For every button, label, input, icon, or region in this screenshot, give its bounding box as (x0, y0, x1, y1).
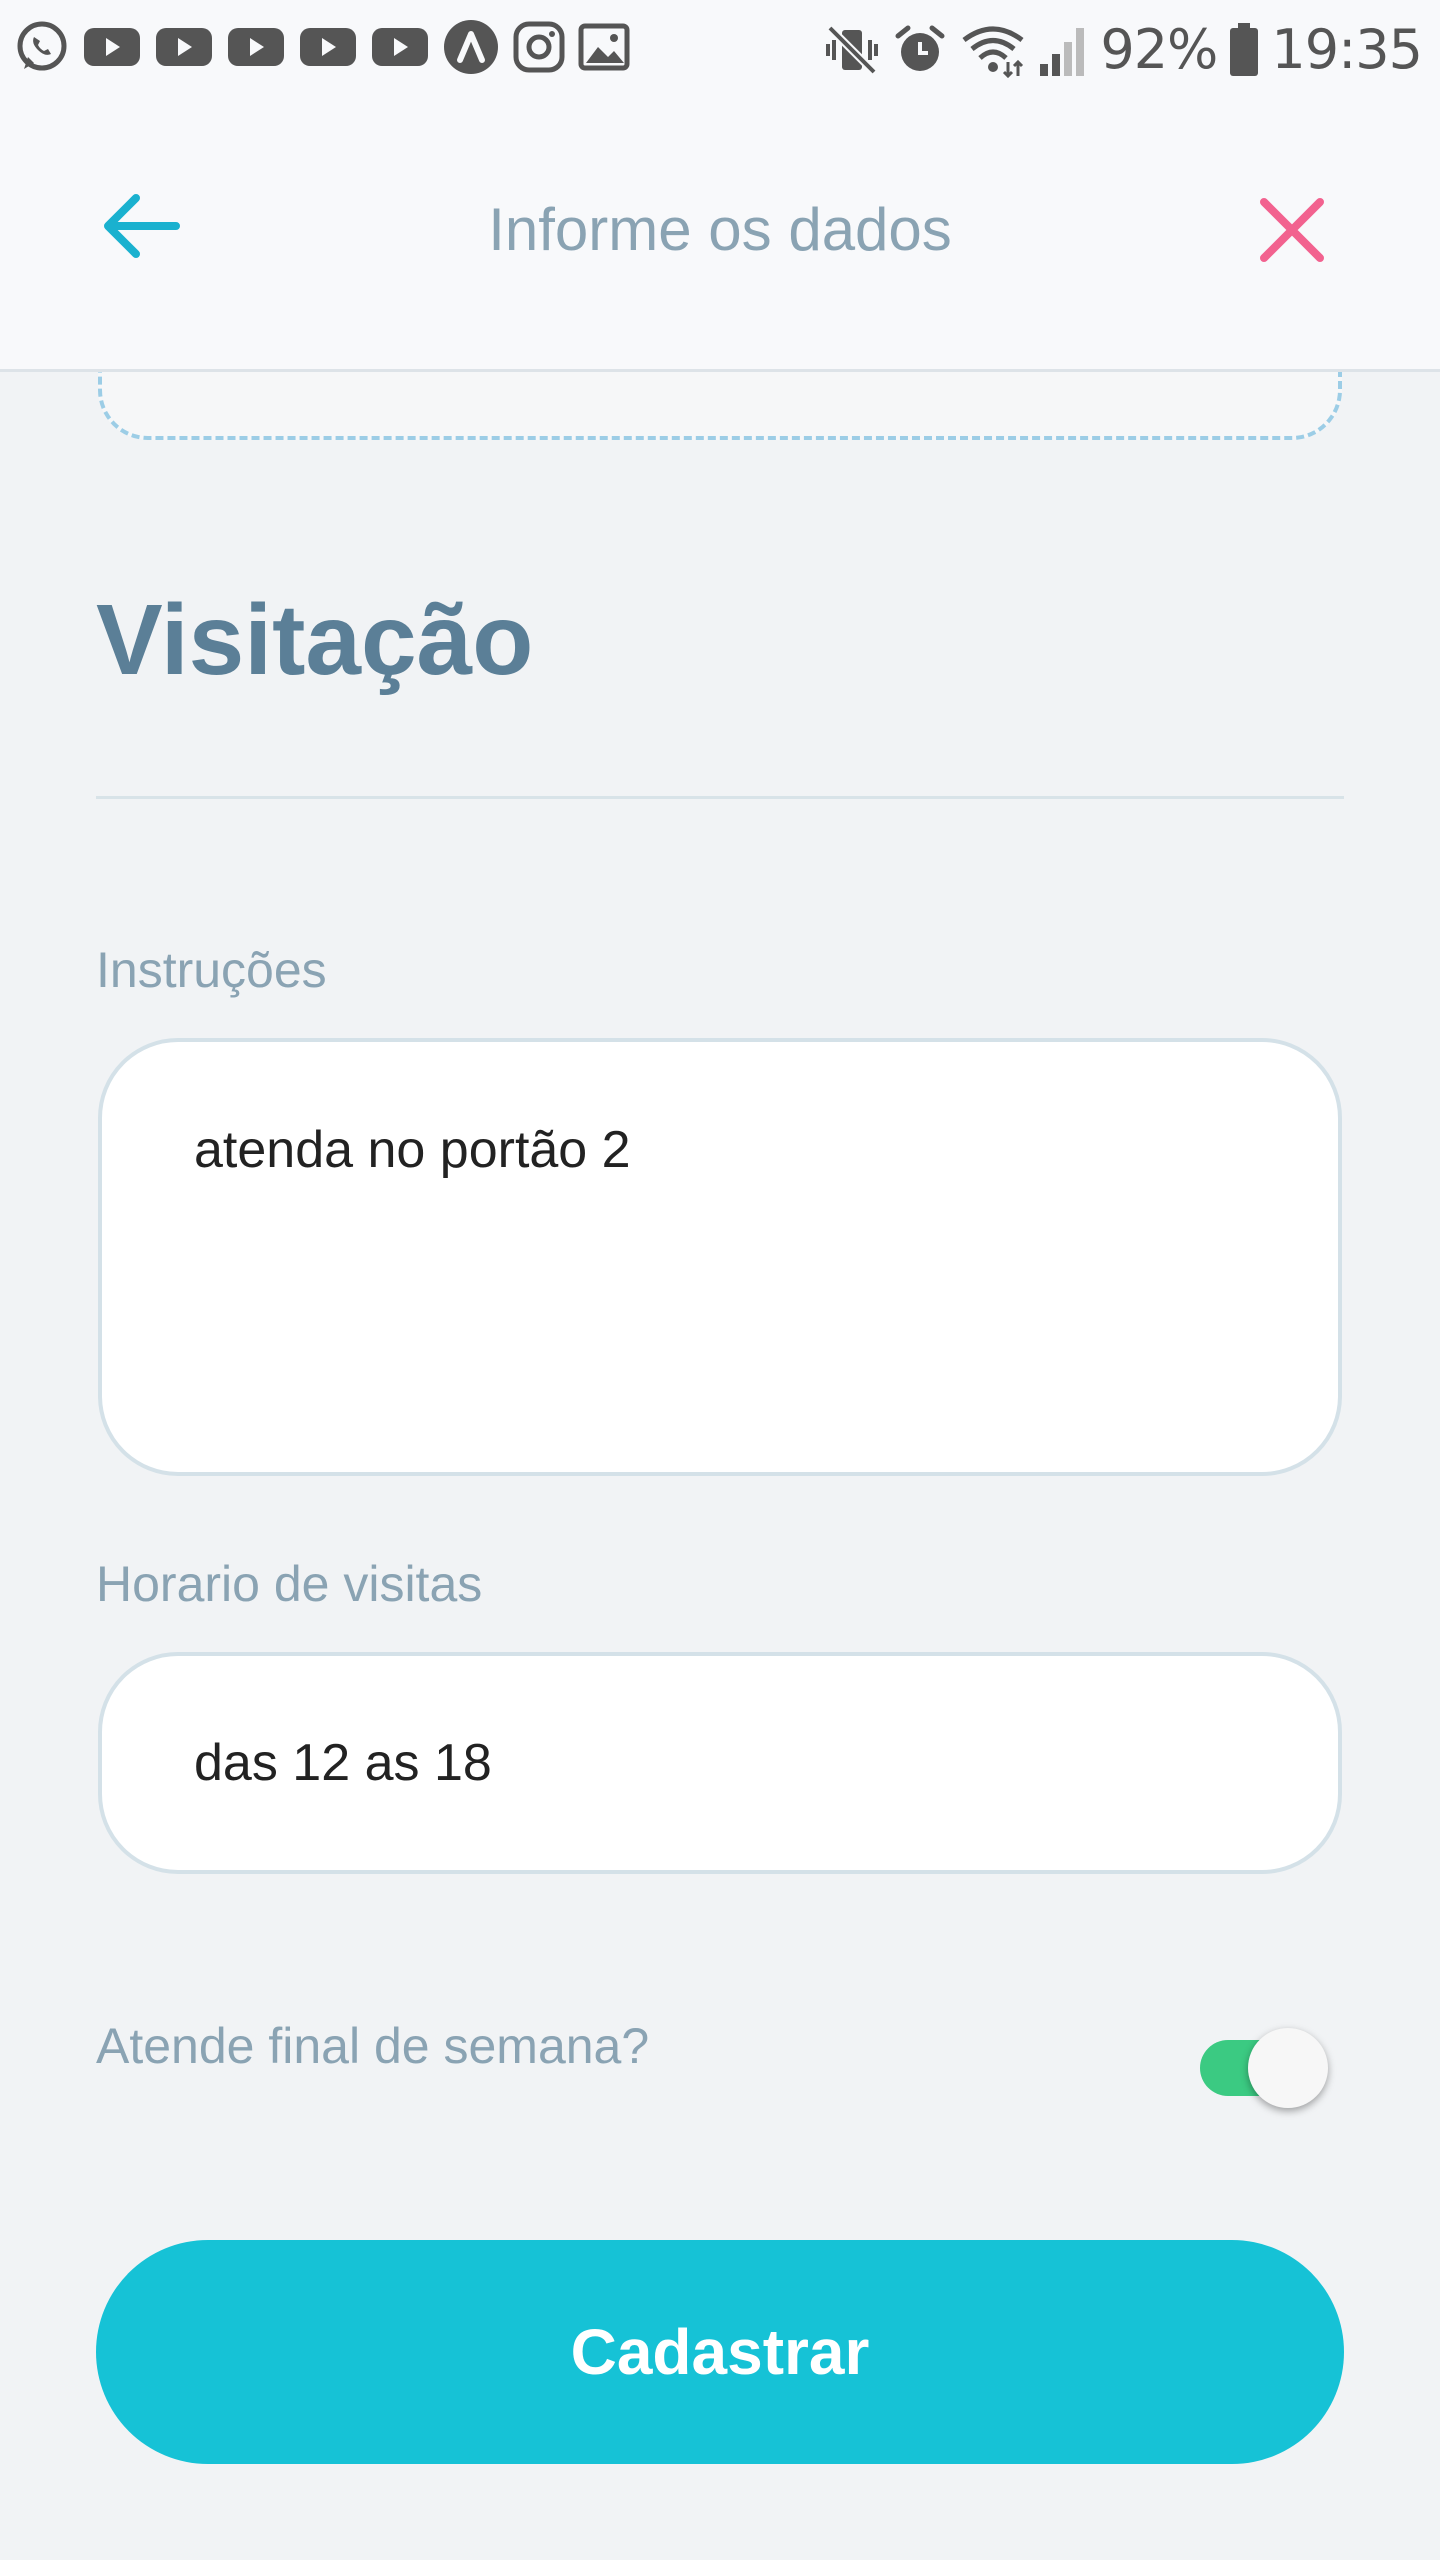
alarm-icon (895, 25, 945, 71)
page-title: Informe os dados (488, 196, 952, 263)
wifi-icon (962, 26, 1024, 78)
lambda-app-icon (444, 20, 498, 74)
youtube-icon (372, 28, 428, 66)
page: 92% 19:35 Informe os dados Visitação Ins… (0, 0, 1440, 2560)
instructions-textarea[interactable]: atenda no portão 2 (98, 1038, 1342, 1476)
notification-icons (14, 18, 630, 76)
battery-percentage: 92% (1100, 18, 1218, 81)
clock: 19:35 (1271, 18, 1423, 81)
status-bar: 92% 19:35 (0, 0, 1440, 100)
mute-vibrate-icon (826, 25, 879, 75)
section-title: Visitação (96, 584, 534, 696)
visit-hours-label: Horario de visitas (96, 1556, 483, 1612)
submit-button[interactable]: Cadastrar (96, 2240, 1344, 2464)
gallery-icon (578, 23, 630, 71)
visit-hours-input[interactable]: das 12 as 18 (98, 1652, 1342, 1874)
toggle-knob (1248, 2028, 1328, 2108)
signal-icon (1040, 28, 1085, 76)
app-header: Informe os dados (0, 100, 1440, 372)
system-status: 92% 19:35 (824, 14, 1423, 86)
youtube-icon (156, 28, 212, 66)
close-icon[interactable] (1250, 188, 1334, 272)
weekend-toggle[interactable] (1196, 2012, 1336, 2108)
whatsapp-icon (17, 21, 67, 71)
youtube-icon (84, 28, 140, 66)
weekend-label: Atende final de semana? (96, 2018, 650, 2074)
section-divider (96, 796, 1344, 799)
youtube-icon (300, 28, 356, 66)
instructions-label: Instruções (96, 942, 327, 998)
instagram-icon (513, 21, 565, 73)
youtube-icon (228, 28, 284, 66)
battery-icon (1230, 23, 1259, 76)
